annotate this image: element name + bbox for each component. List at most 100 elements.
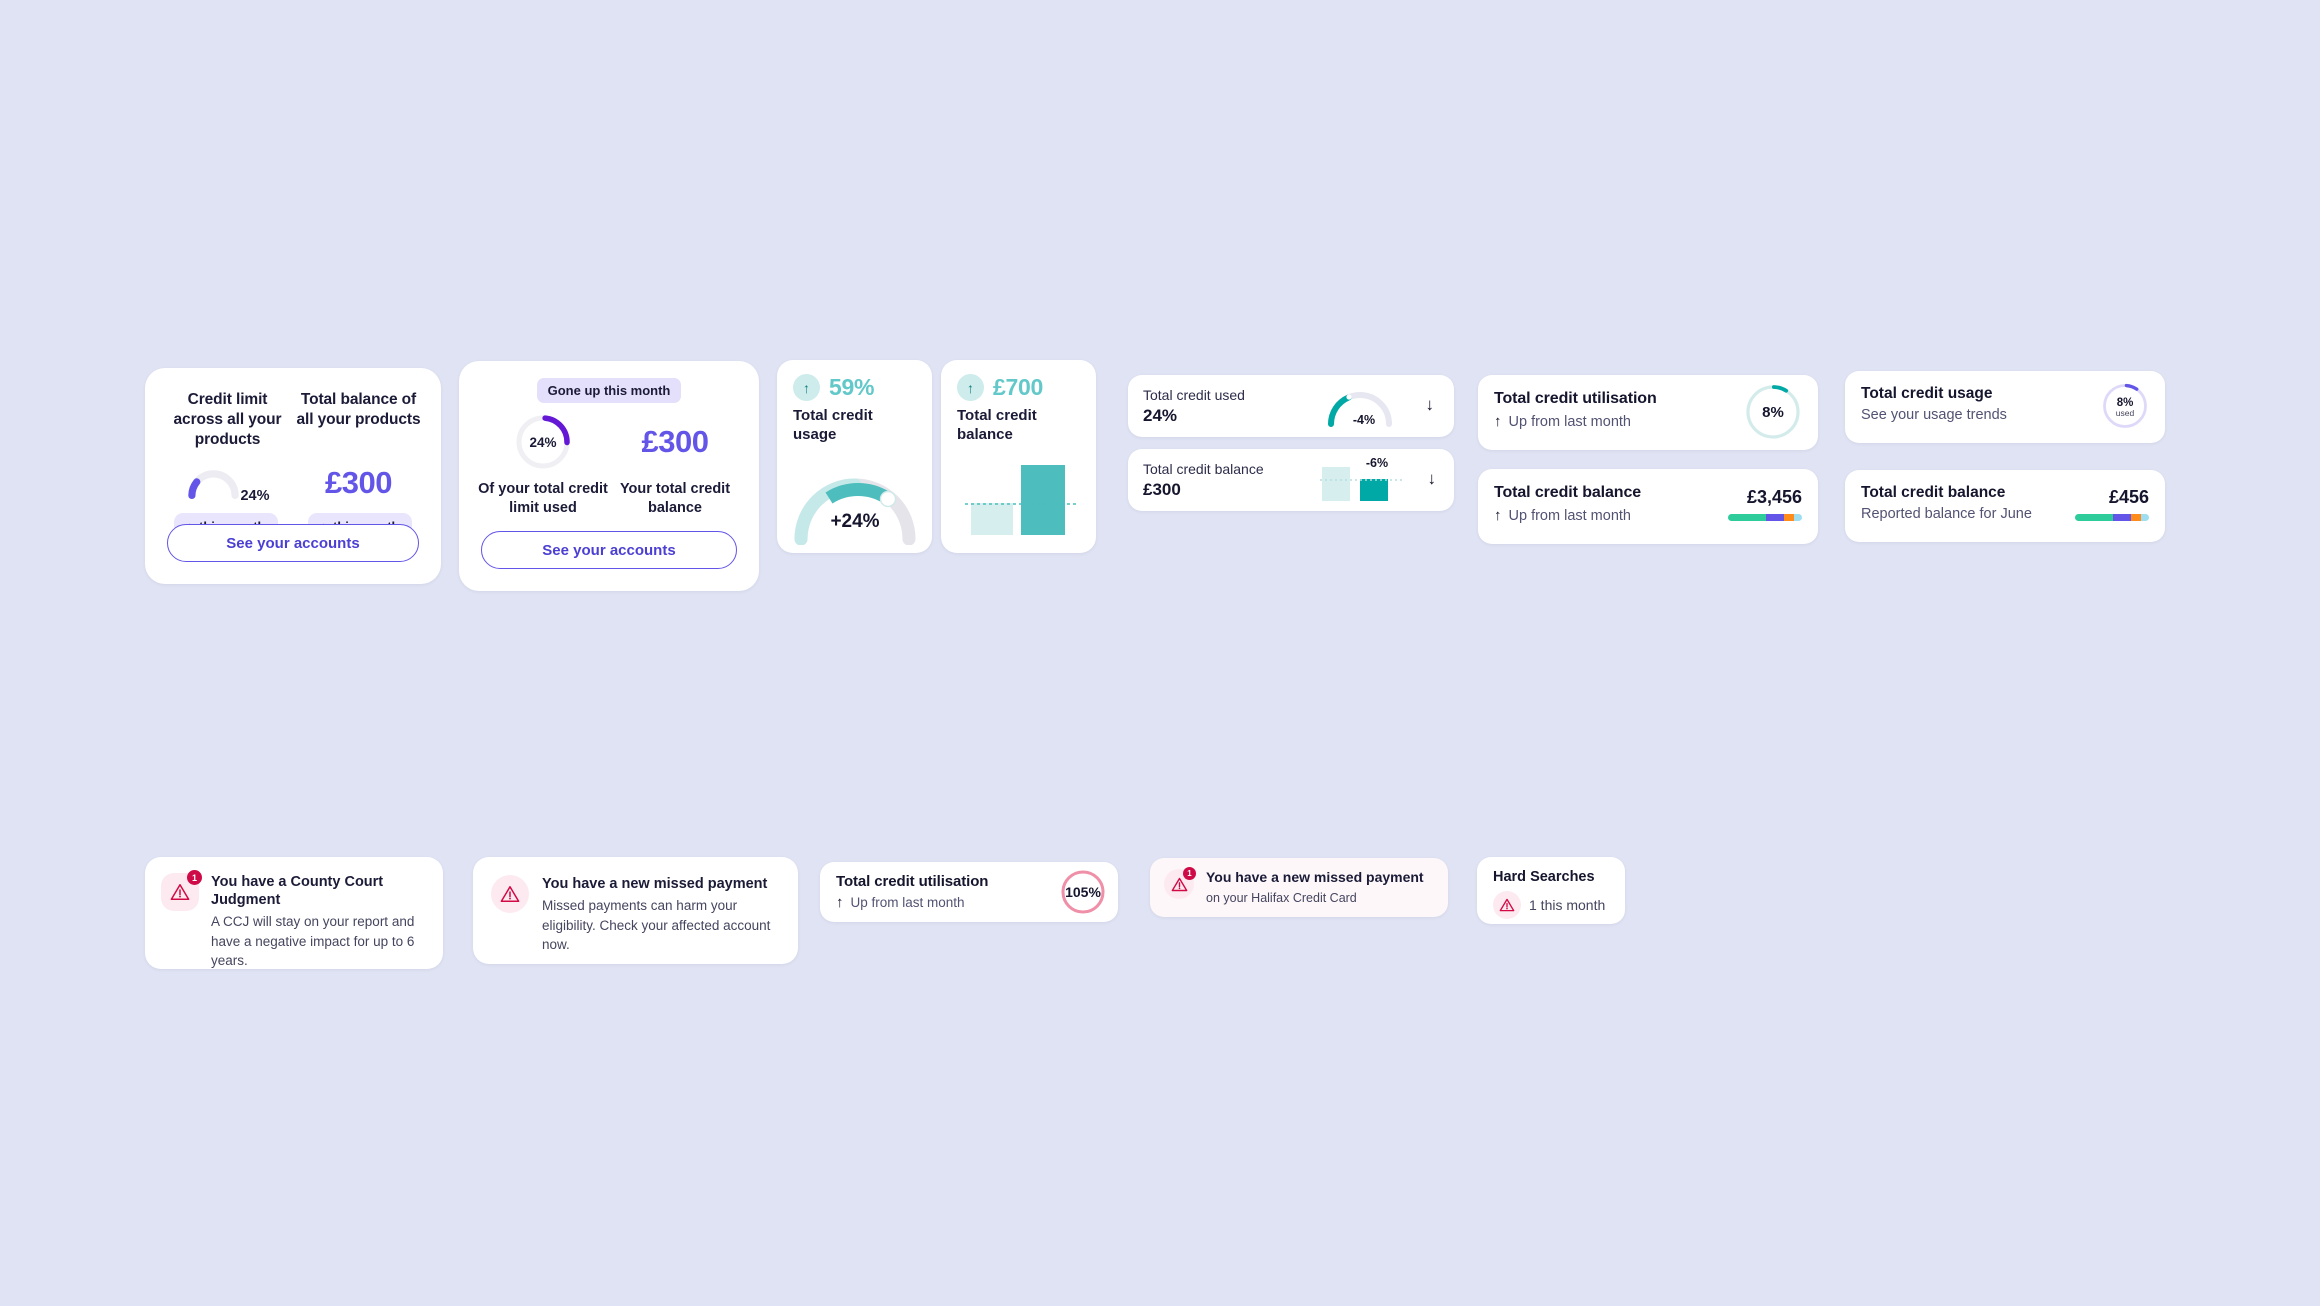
missed-payment-warning-badge: [491, 875, 529, 955]
svg-text:105%: 105%: [1065, 884, 1101, 900]
usage-ring-title: Total credit usage: [1861, 385, 1993, 402]
total-balance-cell: £300: [296, 455, 421, 511]
balance-segbar-right: £3,456: [1728, 487, 1802, 521]
total-credit-used-row: Total credit used 24% -4% ↓: [1128, 375, 1454, 437]
see-your-accounts-button[interactable]: See your accounts: [167, 524, 419, 562]
semicircle-gauge: 24%: [186, 460, 270, 506]
usage-ring-purple-svg: 8% used: [2102, 383, 2148, 429]
utilisation-ring-svg: 8%: [1746, 385, 1800, 439]
over-limit-ring-svg: 105%: [1061, 870, 1105, 914]
svg-text:used: used: [2116, 408, 2135, 418]
over-limit-title: Total credit utilisation: [836, 873, 989, 890]
credit-usage-card: Gone up this month 24% Of your total cre…: [459, 361, 759, 591]
credit-balance-title: Total credit balance: [1143, 461, 1264, 477]
credit-used-mini-gauge-svg: -4%: [1328, 392, 1392, 427]
missed-payment-alert-card: You have a new missed payment Missed pay…: [473, 857, 798, 964]
usage-ring-purple: 8% used: [2101, 382, 2149, 430]
total-credit-usage-ring-card: Total credit usage See your usage trends…: [1845, 371, 2165, 443]
usage-gauge-delta: +24%: [830, 511, 880, 532]
segment-1: [1766, 514, 1785, 521]
usage-ring-value: 24%: [529, 434, 557, 450]
total-credit-utilisation-ring-card: Total credit utilisation ↑ Up from last …: [1478, 375, 1818, 450]
credit-balance-mini-bars-svg: -6%: [1320, 456, 1402, 501]
usage-ring-subtitle: See your usage trends: [1861, 407, 2007, 423]
ccj-warning-badge: 1: [161, 870, 202, 971]
usage-arc-gauge: +24%: [791, 473, 919, 546]
hard-searches-card: Hard Searches 1 this month: [1477, 857, 1625, 924]
credit-used-value: 24%: [1143, 406, 1178, 425]
arrow-up-circle-icon-2: ↑: [957, 374, 984, 401]
credit-overview-card: Credit limit across all your products To…: [145, 368, 441, 584]
warning-triangle-svg-4: [1499, 898, 1515, 912]
utilisation-over-limit-card: Total credit utilisation ↑ Up from last …: [820, 862, 1118, 922]
credit-limit-gauge-cell: 24%: [165, 455, 290, 511]
over-limit-sub-label: Up from last month: [850, 895, 965, 910]
svg-text:8%: 8%: [1762, 404, 1784, 421]
svg-text:-4%: -4%: [1353, 413, 1375, 427]
credit-used-title: Total credit used: [1143, 387, 1245, 403]
reported-balance-title: Total credit balance: [1861, 484, 2006, 501]
warning-triangle-svg-2: [500, 886, 520, 902]
credit-used-mini-gauge: -4%: [1324, 384, 1396, 428]
usage-ring-column: 24% Of your total credit limit used: [477, 413, 609, 518]
usage-arc-gauge-svg: [794, 478, 916, 546]
arrow-up-icon-2: ↑: [1494, 413, 1502, 430]
balance-label: Total credit balance: [957, 407, 1037, 443]
arrow-up-icon-4: ↑: [836, 894, 844, 911]
total-balance-value: £300: [325, 465, 392, 501]
segment-0: [2075, 514, 2114, 521]
svg-text:-6%: -6%: [1366, 457, 1388, 470]
total-credit-balance-row: Total credit balance £300 -6% ↓: [1128, 449, 1454, 511]
reported-segment-bar: [2075, 514, 2149, 521]
balance-segbar-sub-label: Up from last month: [1508, 507, 1632, 524]
usage-ring-caption: Of your total credit limit used: [478, 481, 608, 516]
segment-2: [2131, 514, 2141, 521]
credit-limit-heading: Credit limit across all your products: [173, 391, 282, 448]
see-your-accounts-button-2[interactable]: See your accounts: [481, 531, 737, 569]
total-balance-column: Total balance of all your products: [296, 390, 421, 449]
reported-balance-right: £456: [2075, 487, 2149, 521]
credit-used-arrow-down-icon: ↓: [1425, 395, 1435, 414]
dashboard-canvas: Credit limit across all your products To…: [0, 0, 2320, 1306]
gauge-value: 24%: [240, 488, 270, 505]
credit-balance-mini-bars: -6%: [1320, 456, 1402, 503]
usage-balance-caption: Your total credit balance: [619, 481, 731, 516]
segment-3: [1793, 514, 1802, 521]
ccj-alert-body: A CCJ will stay on your report and have …: [211, 914, 415, 969]
balance-segbar-value: £3,456: [1746, 487, 1802, 507]
utilisation-title: Total credit utilisation: [1494, 390, 1657, 407]
arrow-up-icon-3: ↑: [1494, 507, 1502, 524]
total-credit-balance-reported-card: Total credit balance Reported balance fo…: [1845, 470, 2165, 542]
utilisation-subtitle: ↑ Up from last month: [1494, 413, 1657, 430]
balance-bar-chart-svg: [965, 465, 1077, 535]
over-limit-subtitle: ↑ Up from last month: [836, 894, 988, 911]
usage-label: Total credit usage: [793, 407, 873, 443]
balance-segbar-title: Total credit balance: [1494, 484, 1642, 501]
usage-ring: 24%: [477, 413, 609, 471]
segment-3: [2140, 514, 2149, 521]
gone-up-badge: Gone up this month: [536, 378, 682, 403]
utilisation-sub-label: Up from last month: [1508, 413, 1632, 430]
semicircle-gauge-svg: [187, 470, 239, 500]
over-limit-ring: 105%: [1060, 869, 1106, 915]
warning-triangle-icon-4: [1493, 891, 1521, 919]
credit-balance-arrow-down-icon: ↓: [1427, 469, 1437, 488]
ccj-alert-card: 1 You have a County Court Judgment A CCJ…: [145, 857, 443, 969]
balance-segment-bar: [1728, 514, 1802, 521]
usage-balance-value: £300: [641, 424, 709, 459]
reported-balance-subtitle: Reported balance for June: [1861, 506, 2032, 522]
reported-balance-value: £456: [2108, 487, 2149, 507]
total-balance-heading: Total balance of all your products: [296, 391, 421, 428]
segment-0: [1728, 514, 1767, 521]
notification-count-badge: 1: [187, 870, 202, 885]
missed-payment-alert-body: Missed payments can harm your eligibilit…: [542, 898, 771, 953]
balance-bar-chart: [965, 463, 1077, 535]
compact-notification-badge: 1: [1183, 867, 1196, 880]
compact-alert-sub: on your Halifax Credit Card: [1206, 890, 1357, 905]
arrow-up-circle-icon: ↑: [793, 374, 820, 401]
credit-limit-column: Credit limit across all your products: [165, 390, 290, 449]
usage-headline: 59%: [829, 374, 875, 400]
ccj-alert-title: You have a County Court Judgment: [211, 874, 384, 909]
missed-payment-alert-title: You have a new missed payment: [542, 876, 768, 892]
hard-searches-title: Hard Searches: [1493, 869, 1595, 885]
